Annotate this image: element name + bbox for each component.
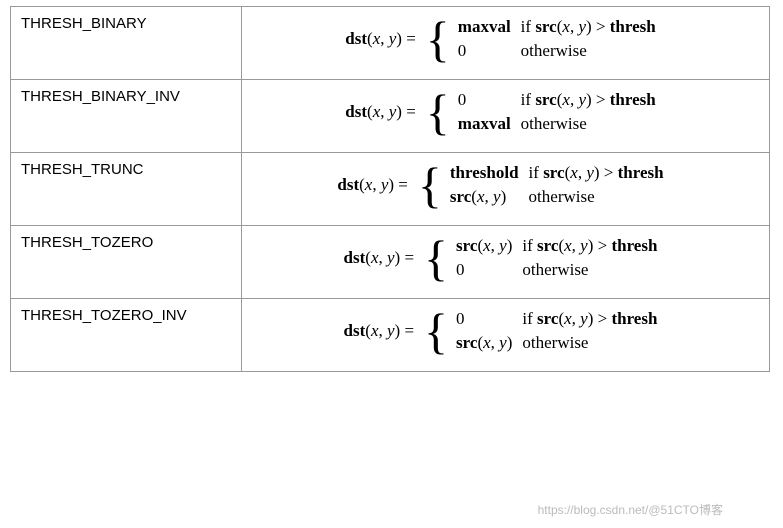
formula-lhs: dst(x, y) = [337, 175, 408, 195]
threshold-type-name: THRESH_TRUNC [11, 153, 242, 226]
threshold-type-name: THRESH_TOZERO_INV [11, 299, 242, 372]
case-value: 0 [456, 258, 522, 282]
formula-lhs: dst(x, y) = [345, 29, 416, 49]
threshold-type-name: THRESH_BINARY [11, 7, 242, 80]
cases: src(x, y)if src(x, y) > thresh0otherwise [456, 234, 667, 282]
watermark: https://blog.csdn.net/@51CTO博客 [538, 501, 723, 518]
threshold-formula: dst(x, y) = {thresholdif src(x, y) > thr… [242, 153, 770, 226]
table-row: THRESH_TRUNCdst(x, y) = {thresholdif src… [11, 153, 770, 226]
brace-icon: { [424, 314, 448, 349]
brace-icon: { [426, 22, 450, 57]
brace-icon: { [424, 241, 448, 276]
cases: maxvalif src(x, y) > thresh0otherwise [458, 15, 666, 63]
case-condition: otherwise [529, 185, 674, 209]
table-row: THRESH_TOZERO_INVdst(x, y) = {0if src(x,… [11, 299, 770, 372]
case-value: 0 [456, 307, 522, 331]
brace-icon: { [426, 95, 450, 130]
case-value: src(x, y) [456, 234, 522, 258]
table-row: THRESH_BINARY_INVdst(x, y) = {0if src(x,… [11, 80, 770, 153]
threshold-formula: dst(x, y) = {maxvalif src(x, y) > thresh… [242, 7, 770, 80]
case-value: maxval [458, 15, 521, 39]
formula-lhs: dst(x, y) = [344, 248, 415, 268]
case-condition: otherwise [521, 39, 666, 63]
case-condition: otherwise [521, 112, 666, 136]
cases: 0if src(x, y) > threshsrc(x, y)otherwise [456, 307, 667, 355]
case-value: maxval [458, 112, 521, 136]
case-value: src(x, y) [450, 185, 529, 209]
brace-icon: { [418, 168, 442, 203]
threshold-formula: dst(x, y) = {src(x, y)if src(x, y) > thr… [242, 226, 770, 299]
case-condition: if src(x, y) > thresh [521, 15, 666, 39]
case-condition: if src(x, y) > thresh [521, 88, 666, 112]
case-condition: otherwise [522, 258, 667, 282]
case-condition: if src(x, y) > thresh [529, 161, 674, 185]
case-value: 0 [458, 88, 521, 112]
table-row: THRESH_TOZEROdst(x, y) = {src(x, y)if sr… [11, 226, 770, 299]
threshold-type-name: THRESH_TOZERO [11, 226, 242, 299]
case-condition: if src(x, y) > thresh [522, 234, 667, 258]
formula-lhs: dst(x, y) = [344, 321, 415, 341]
case-value: 0 [458, 39, 521, 63]
cases: thresholdif src(x, y) > threshsrc(x, y)o… [450, 161, 674, 209]
formula-lhs: dst(x, y) = [345, 102, 416, 122]
threshold-formula: dst(x, y) = {0if src(x, y) > threshmaxva… [242, 80, 770, 153]
cases: 0if src(x, y) > threshmaxvalotherwise [458, 88, 666, 136]
case-condition: otherwise [522, 331, 667, 355]
case-value: threshold [450, 161, 529, 185]
threshold-table: THRESH_BINARYdst(x, y) = {maxvalif src(x… [10, 6, 770, 372]
case-condition: if src(x, y) > thresh [522, 307, 667, 331]
table-row: THRESH_BINARYdst(x, y) = {maxvalif src(x… [11, 7, 770, 80]
case-value: src(x, y) [456, 331, 522, 355]
threshold-formula: dst(x, y) = {0if src(x, y) > threshsrc(x… [242, 299, 770, 372]
threshold-type-name: THRESH_BINARY_INV [11, 80, 242, 153]
